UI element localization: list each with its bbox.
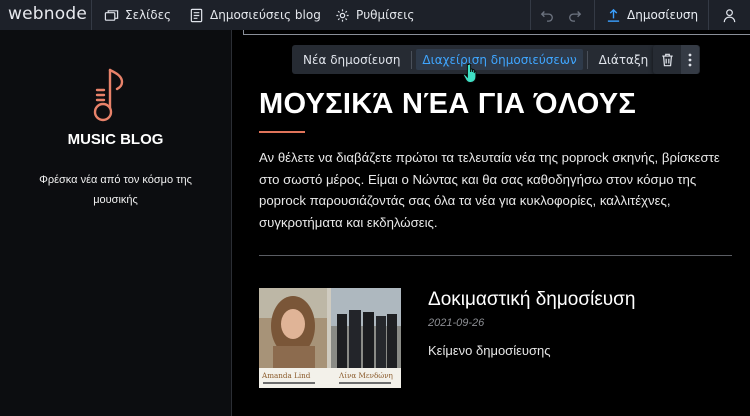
blog-posts-label: Δημοσιεύσεις blog [210,8,321,22]
toolbar-divider [708,0,709,30]
delete-button[interactable] [653,45,681,74]
user-icon [723,8,735,22]
publish-button[interactable]: Δημοσίευση [606,0,698,30]
hand-pointer-cursor-icon [463,63,477,83]
redo-button[interactable] [564,0,586,30]
pages-icon [104,9,119,21]
edit-frame-edge [243,34,750,35]
post-date: 2021-09-26 [428,317,485,329]
manage-posts-button[interactable]: Διαχείριση δημοσιεύσεων [416,49,583,70]
trash-icon [661,53,673,66]
title-underline [259,131,305,133]
toolbar-divider [91,0,92,30]
thumbnail-caption-right: Λίνα Μενδώνη [338,371,393,380]
intro-text[interactable]: Αν θέλετε να διαβάζετε πρώτοι τα τελευτα… [259,147,721,233]
more-options-button[interactable] [681,45,699,74]
music-note-icon[interactable] [88,66,132,126]
pages-label: Σελίδες [125,8,172,22]
layout-button[interactable]: Διάταξη [588,45,660,74]
more-vertical-icon [688,53,692,66]
user-button[interactable] [718,0,740,30]
redo-icon [569,11,582,22]
toolbar-divider [530,0,531,30]
content-divider [259,255,732,256]
blog-sidebar: MUSIC BLOG Φρέσκα νέα από τον κόσμο της … [0,30,232,416]
toolbar-divider [594,0,595,30]
top-toolbar: webnode Σελίδες Δημοσιεύσεις blog Ρυθμίσ… [0,0,750,30]
webnode-logo[interactable]: webnode [8,4,87,24]
undo-button[interactable] [536,0,558,30]
blog-subtitle[interactable]: Φρέσκα νέα από τον κόσμο της μουσικής [20,170,211,210]
publish-label: Δημοσίευση [627,8,699,22]
post-thumbnail[interactable]: Amanda Lind Λίνα Μενδώνη [259,288,401,388]
blog-title[interactable]: MUSIC BLOG [0,131,231,148]
undo-icon [540,11,553,22]
upload-icon [607,8,620,22]
page-title[interactable]: ΜΟΥΣΙΚΆ ΝΈΑ ΓΙΑ ΌΛΟΥΣ [259,88,636,121]
toolbar-separator [411,50,413,69]
document-icon [190,8,203,22]
settings-button[interactable]: Ρυθμίσεις [335,0,414,30]
blog-posts-button[interactable]: Δημοσιεύσεις blog [189,0,321,30]
post-title-link[interactable]: Δοκιμαστική δημοσίευση [428,289,635,311]
new-post-button[interactable]: Νέα δημοσίευση [292,45,411,74]
settings-label: Ρυθμίσεις [356,8,415,22]
post-list-actions [653,45,700,74]
pages-button[interactable]: Σελίδες [104,0,171,30]
gear-icon [336,8,349,22]
post-excerpt: Κείμενο δημοσίευσης [428,343,551,358]
thumbnail-caption-left: Amanda Lind [261,371,311,380]
